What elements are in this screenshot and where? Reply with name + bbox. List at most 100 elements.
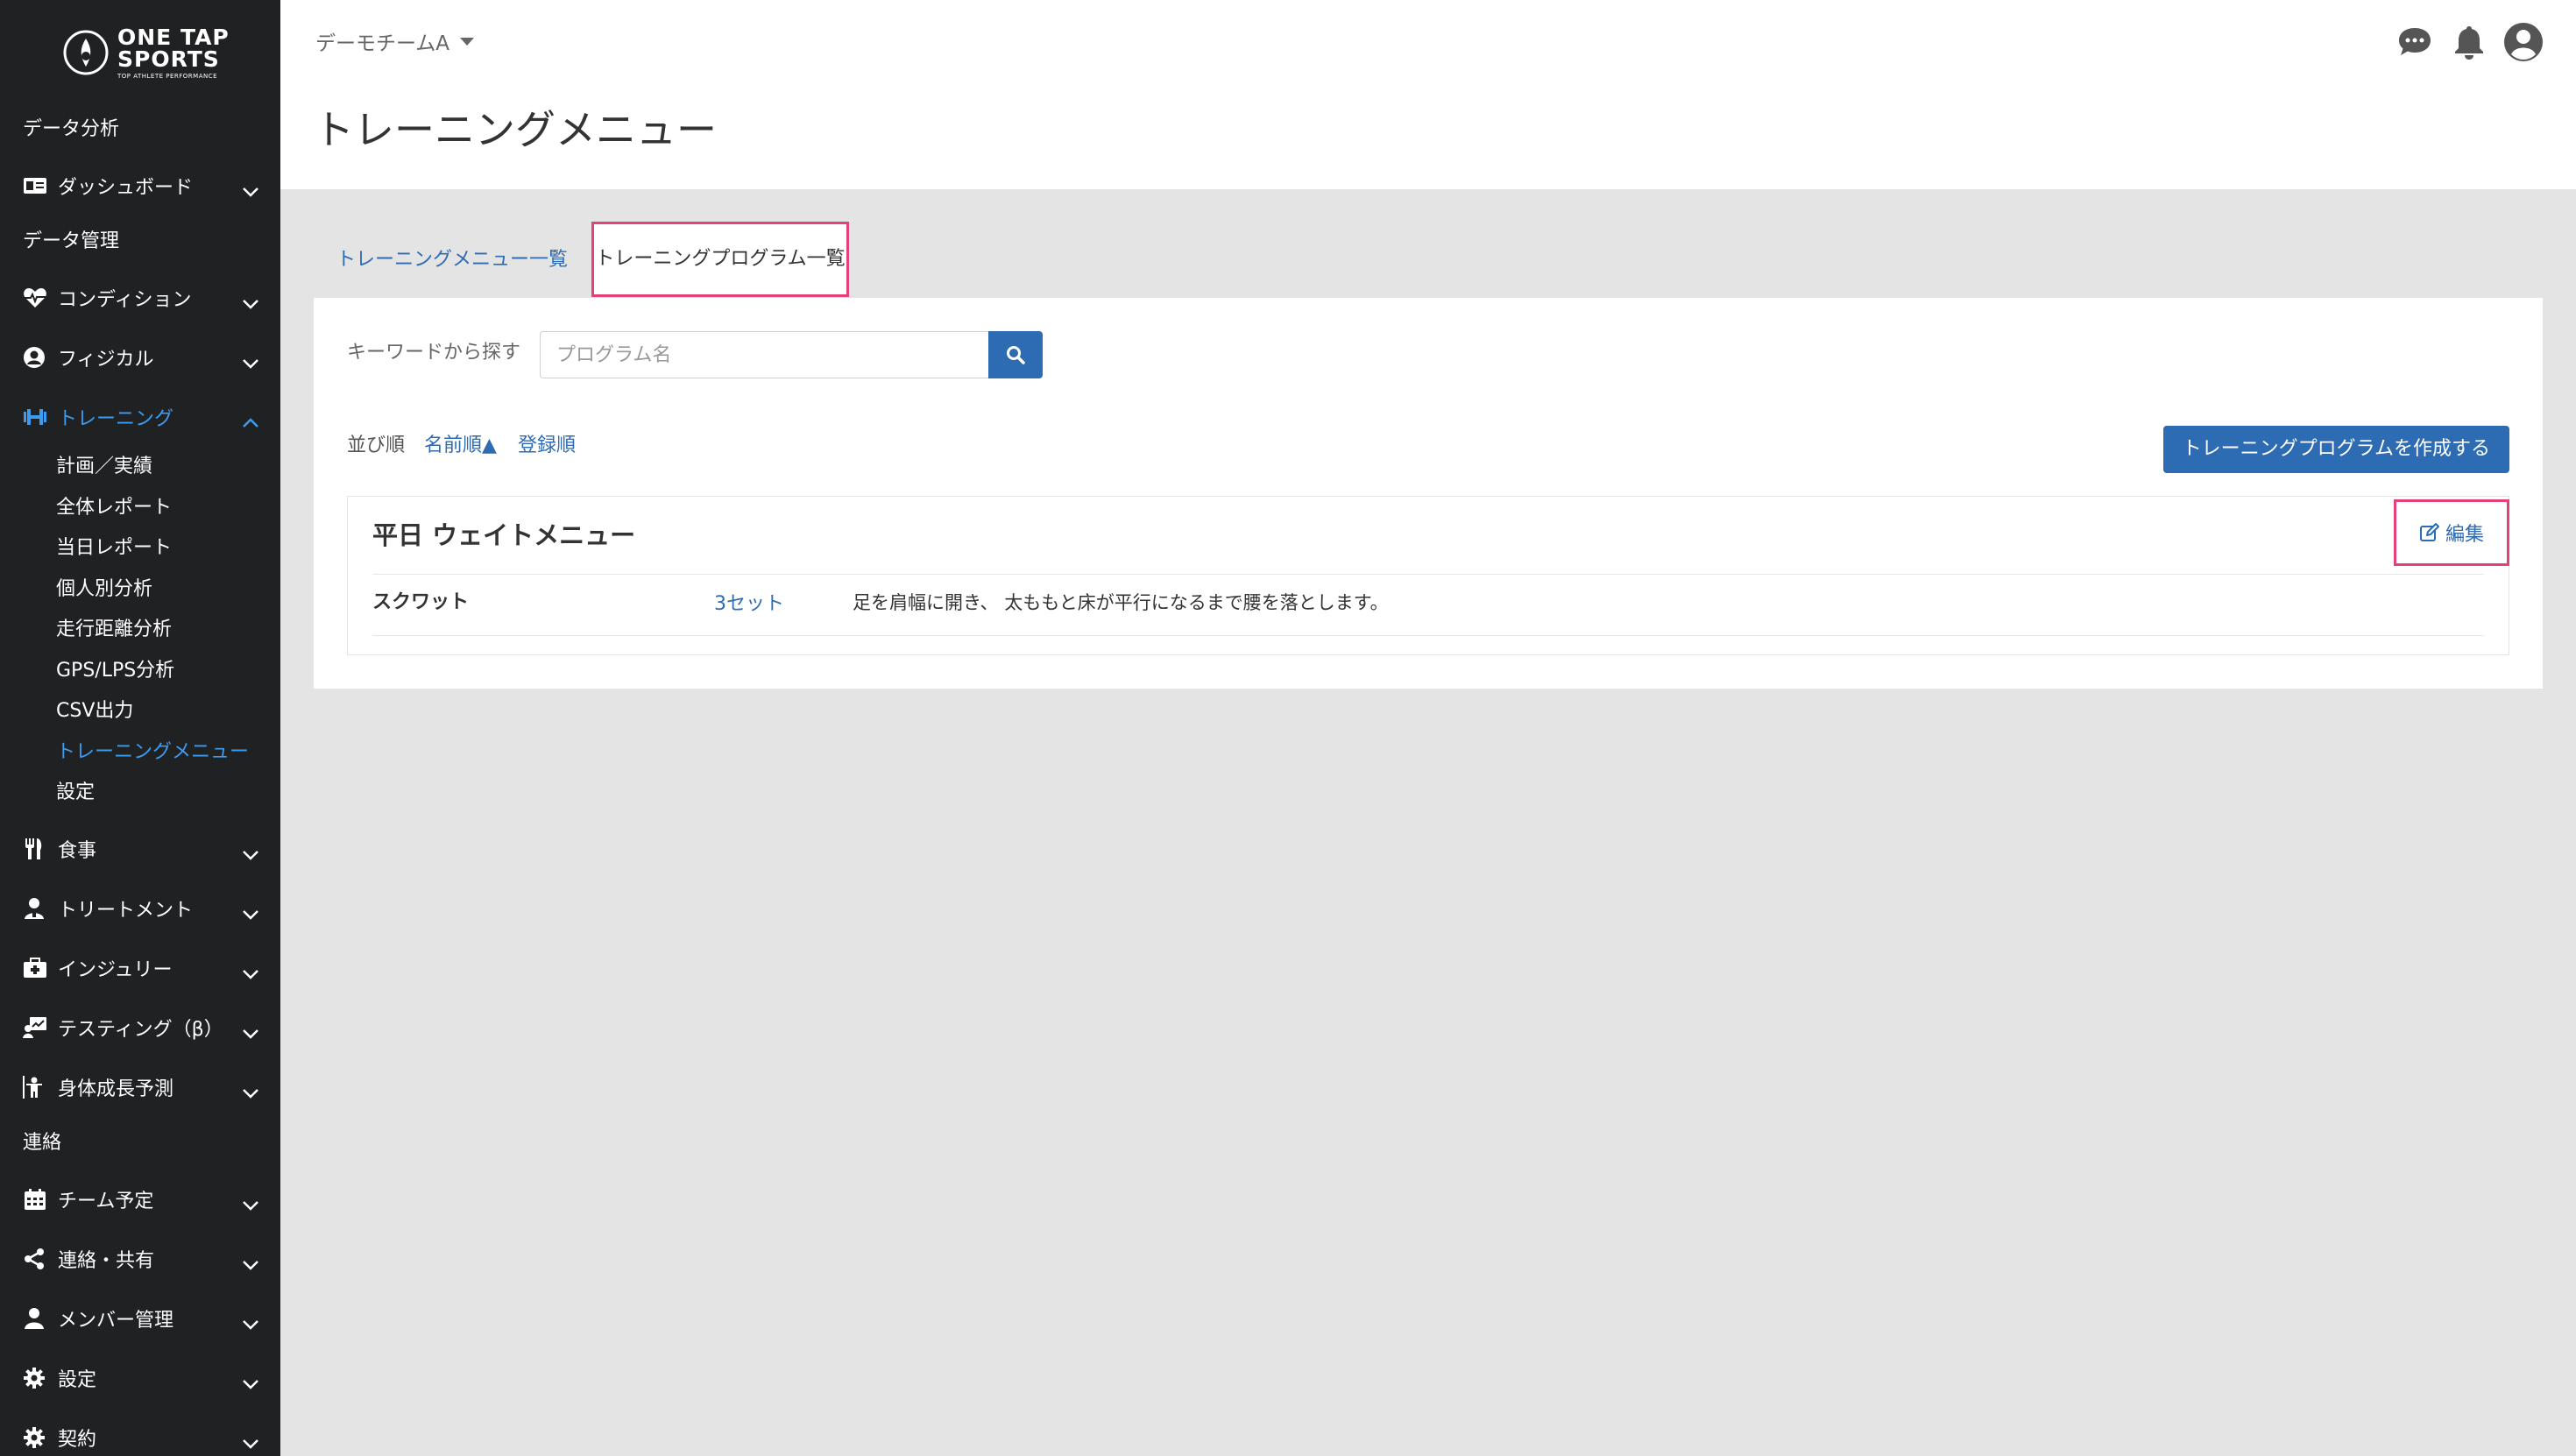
- gear-icon: [23, 1365, 53, 1391]
- sort-label: 並び順: [347, 435, 406, 456]
- sidebar-item-label: ダッシュボード: [58, 177, 194, 199]
- program-search-input[interactable]: [540, 331, 988, 378]
- logo-tagline: TOP ATHLETE PERFORMANCE: [117, 72, 218, 80]
- logo-mark-icon: [63, 30, 109, 75]
- sidebar-item-label: 身体成長予測: [58, 1078, 174, 1100]
- sidebar-nav: データ分析 ダッシュボード データ管理 コンディション フィジカル トレーニング…: [0, 103, 280, 1456]
- share-nodes-icon: [23, 1246, 53, 1272]
- exercise-description: 足を肩幅に開き、 太ももと床が平行になるまで腰を落とします。: [853, 592, 1389, 613]
- sidebar-subitem-overall-report[interactable]: 全体レポート: [0, 488, 280, 529]
- sidebar-item-label: チーム予定: [58, 1190, 154, 1212]
- edit-program-button[interactable]: 編集: [2396, 502, 2507, 563]
- program-card: 平日 ウェイトメニュー 編集 スクワット 3セット 足を肩幅に開き、 太ももと床…: [347, 496, 2509, 655]
- exercise-name: スクワット: [372, 591, 470, 613]
- chevron-down-icon: [242, 1432, 259, 1449]
- chat-icon[interactable]: [2394, 21, 2436, 63]
- sidebar-item-label: トレーニング: [58, 408, 174, 430]
- sidebar-item-label: トリートメント: [58, 899, 194, 922]
- sidebar-item-member-management[interactable]: メンバー管理: [0, 1289, 280, 1348]
- nav-section-data: データ管理: [23, 230, 120, 252]
- tab-training-menu-list[interactable]: トレーニングメニュー一覧: [336, 223, 568, 298]
- sidebar-subitem-csv-export[interactable]: CSV出力: [0, 691, 280, 732]
- sidebar-subitem-gps-analysis[interactable]: GPS/LPS分析: [0, 651, 280, 692]
- sidebar-item-label: 食事: [58, 839, 97, 862]
- team-selector[interactable]: デーモチームA: [315, 26, 475, 56]
- app-logo[interactable]: ONE TAP SPORTS TOP ATHLETE PERFORMANCE: [61, 26, 230, 79]
- tab-training-program-list[interactable]: トレーニングプログラム一覧: [594, 224, 846, 294]
- presentation-chart-icon: [23, 1014, 53, 1041]
- sidebar-item-meal[interactable]: 食事: [0, 819, 280, 879]
- card-divider: [372, 574, 2484, 575]
- chevron-down-icon: [242, 963, 259, 979]
- sidebar-item-contact-share[interactable]: 連絡・共有: [0, 1229, 280, 1289]
- child-growth-icon: [23, 1074, 53, 1100]
- calendar-icon: [23, 1186, 53, 1212]
- id-card-icon: [23, 173, 53, 199]
- heartbeat-icon: [23, 285, 53, 311]
- chevron-down-icon: [242, 1082, 259, 1099]
- sidebar-item-testing[interactable]: テスティング（β）: [0, 998, 280, 1057]
- sidebar-subitem-plan[interactable]: 計画／実績: [0, 447, 280, 488]
- sidebar-item-condition[interactable]: コンディション: [0, 268, 280, 328]
- sort-by-name-link[interactable]: 名前順▲: [424, 433, 497, 459]
- sidebar-item-injury[interactable]: インジュリー: [0, 938, 280, 998]
- sidebar-subitem-distance-analysis[interactable]: 走行距離分析: [0, 610, 280, 651]
- sidebar-item-settings[interactable]: 設定: [0, 1348, 280, 1408]
- logo-line-1: ONE TAP: [117, 24, 230, 50]
- sidebar-subitem-daily-report[interactable]: 当日レポート: [0, 528, 280, 569]
- edit-label: 編集: [2445, 524, 2484, 546]
- bell-icon[interactable]: [2448, 21, 2490, 63]
- sidebar-item-training[interactable]: トレーニング: [0, 387, 280, 447]
- sidebar-item-contract[interactable]: 契約: [0, 1408, 280, 1456]
- account-avatar-icon[interactable]: [2502, 21, 2544, 63]
- exercise-row: スクワット 3セット 足を肩幅に開き、 太ももと床が平行になるまで腰を落とします…: [372, 581, 2484, 636]
- chevron-down-icon: [242, 180, 259, 197]
- program-panel: キーワードから探す 並び順 名前順▲ 登録順 トレーニングプログラムを作成する …: [314, 298, 2543, 689]
- sidebar-subitem-training-settings[interactable]: 設定: [0, 773, 280, 814]
- search-button[interactable]: [988, 331, 1043, 378]
- sidebar-item-treatment[interactable]: トリートメント: [0, 879, 280, 938]
- top-icons: [2381, 21, 2544, 63]
- chevron-down-icon: [242, 1313, 259, 1330]
- top-bar: デーモチームA: [280, 0, 2576, 87]
- first-aid-kit-icon: [23, 955, 53, 981]
- sidebar: ONE TAP SPORTS TOP ATHLETE PERFORMANCE デ…: [0, 0, 280, 1456]
- sidebar-item-dashboard[interactable]: ダッシュボード: [0, 156, 280, 216]
- sidebar-item-label: 設定: [58, 1368, 97, 1391]
- nav-section-analysis: データ分析: [23, 118, 120, 140]
- chevron-up-icon: [242, 412, 259, 428]
- sidebar-item-label: メンバー管理: [58, 1309, 174, 1332]
- search-icon: [1007, 346, 1025, 364]
- create-program-button[interactable]: トレーニングプログラムを作成する: [2162, 426, 2509, 473]
- user-circle-icon: [23, 344, 53, 371]
- sidebar-item-physical[interactable]: フィジカル: [0, 328, 280, 387]
- sidebar-item-label: フィジカル: [58, 349, 154, 371]
- chevron-down-icon: [242, 1373, 259, 1389]
- sidebar-item-growth[interactable]: 身体成長予測: [0, 1057, 280, 1117]
- search-label: キーワードから探す: [347, 342, 521, 364]
- sidebar-item-label: 連絡・共有: [58, 1249, 155, 1272]
- exercise-sets-link[interactable]: 3セット: [714, 591, 784, 618]
- sidebar-item-label: インジュリー: [58, 958, 173, 981]
- sort-by-registered-link[interactable]: 登録順: [518, 433, 576, 459]
- sidebar-item-label: テスティング（β）: [58, 1018, 223, 1041]
- sidebar-subitem-individual-analysis[interactable]: 個人別分析: [0, 569, 280, 611]
- chevron-down-icon: [242, 844, 259, 860]
- training-submenu: 計画／実績 全体レポート 当日レポート 個人別分析 走行距離分析 GPS/LPS…: [0, 447, 280, 819]
- utensils-icon: [23, 836, 53, 862]
- gear-icon: [23, 1424, 53, 1451]
- user-doctor-icon: [23, 895, 53, 922]
- chevron-down-icon: [242, 293, 259, 309]
- chevron-down-icon: [242, 1254, 259, 1270]
- dumbbell-icon: [23, 404, 53, 430]
- caret-down-icon: [460, 37, 475, 46]
- chevron-down-icon: [242, 352, 259, 369]
- sidebar-subitem-training-menu[interactable]: トレーニングメニュー: [0, 732, 280, 774]
- sidebar-item-team-schedule[interactable]: チーム予定: [0, 1170, 280, 1229]
- user-icon: [23, 1305, 53, 1332]
- sidebar-item-label: 契約: [58, 1428, 97, 1451]
- chevron-down-icon: [242, 1194, 259, 1211]
- team-name: デーモチームA: [315, 32, 450, 55]
- program-title: 平日 ウェイトメニュー: [372, 520, 636, 550]
- edit-icon: [2419, 523, 2439, 541]
